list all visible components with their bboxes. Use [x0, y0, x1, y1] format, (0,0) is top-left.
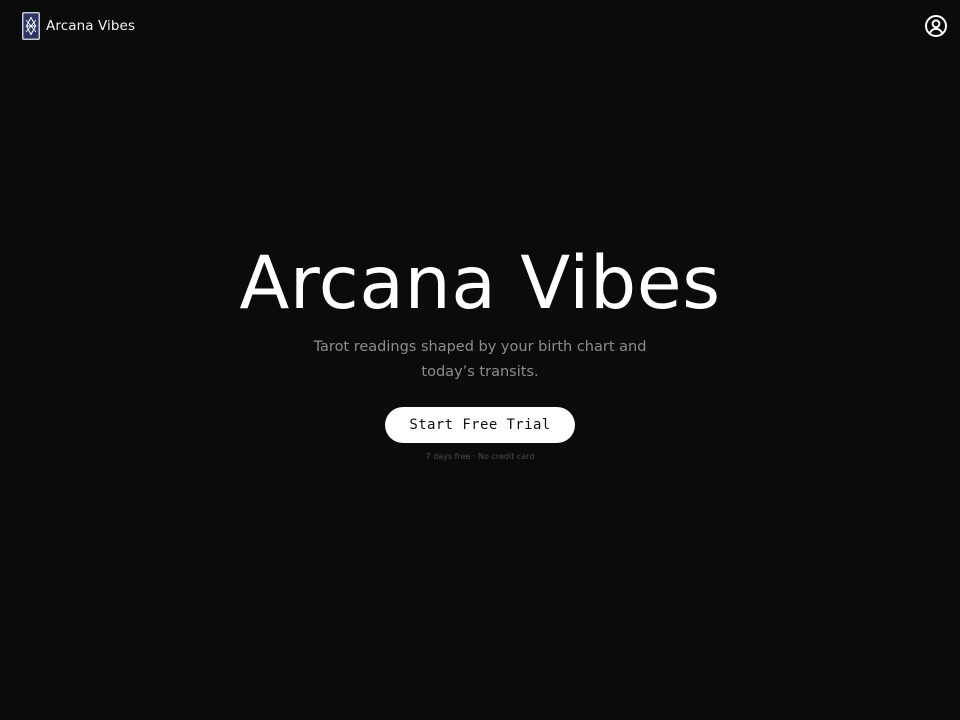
- start-free-trial-button[interactable]: Start Free Trial: [385, 407, 575, 443]
- hero-tagline: Tarot readings shaped by your birth char…: [313, 339, 647, 380]
- hero-section: Arcana Vibes Tarot readings shaped by yo…: [0, 238, 960, 461]
- top-bar: Arcana Vibes: [0, 0, 960, 52]
- trial-note: 7 days free · No credit card: [425, 452, 535, 461]
- hero-title: Arcana Vibes: [239, 241, 721, 326]
- user-circle-icon[interactable]: [923, 13, 949, 39]
- brand-name: Arcana Vibes: [46, 18, 136, 34]
- brand-link[interactable]: Arcana Vibes: [22, 11, 135, 41]
- tarot-card-icon: [22, 12, 40, 40]
